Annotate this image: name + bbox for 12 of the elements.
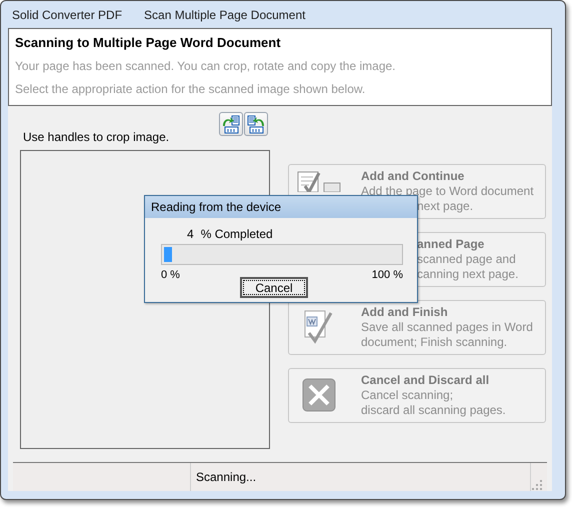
instruction-text: Your page has been scanned. You can crop, rotate and copy the image. bbox=[15, 59, 397, 73]
percent-value: 4 bbox=[187, 227, 194, 243]
status-text: Scanning... bbox=[196, 470, 256, 484]
crop-hint: Use handles to crop image. bbox=[22, 130, 170, 146]
app-name: Solid Converter PDF bbox=[12, 8, 122, 22]
instruction-text: Select the appropriate action for the scanned image shown below. bbox=[15, 82, 366, 96]
heading: Scanning to Multiple Page Word Document bbox=[15, 35, 282, 50]
min-label: 0 % bbox=[161, 269, 180, 281]
percent-label: % Completed bbox=[200, 227, 273, 243]
window-title: Scan Multiple Page Document bbox=[144, 8, 306, 22]
max-label: 100 % bbox=[372, 269, 403, 281]
dialog-title: Reading from the device bbox=[151, 200, 282, 214]
